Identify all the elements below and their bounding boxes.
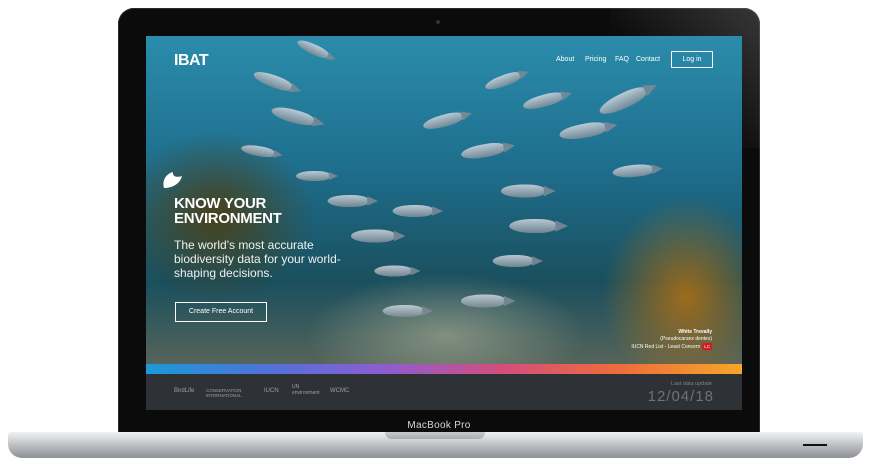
fish-graphic (521, 89, 565, 113)
hero-subtitle: The world's most accurate biodiversity d… (174, 238, 341, 280)
fish-graphic (492, 255, 544, 267)
hero-title-line2: ENVIRONMENT (174, 210, 282, 227)
fish-graphic (509, 219, 569, 233)
fish-graphic (269, 104, 317, 128)
fish-graphic (612, 163, 654, 179)
fish-graphic (500, 184, 556, 198)
butterfly-icon (163, 172, 182, 188)
base-indicator (803, 444, 827, 446)
fish-graphic (421, 109, 465, 133)
fish-graphic (327, 195, 379, 207)
fish-graphic (460, 294, 516, 308)
device-brand: MacBook Pro (407, 420, 471, 431)
species-caption: White Trevally (Pseudocaranx dentex) IUC… (631, 329, 712, 351)
ibat-logo[interactable]: IBAT (174, 52, 209, 70)
partner-logo-conservation-international: CONSERVATION INTERNATIONAL (206, 388, 242, 398)
footer-bar: BirdLife CONSERVATION INTERNATIONAL IUCN… (146, 374, 742, 410)
laptop-mockup: MacBook Pro IBAT About Pricing FAQ Conta… (0, 0, 871, 472)
iucn-status: IUCN Red List - Least Concern (631, 344, 701, 350)
partner-logo-iucn: IUCN (264, 388, 279, 394)
partner-logo-wcmc: WCMC (330, 388, 350, 394)
create-account-button[interactable]: Create Free Account (175, 302, 267, 322)
fish-graphic (596, 83, 650, 119)
top-navigation: IBAT About Pricing FAQ Contact Log in (146, 50, 742, 70)
fish-graphic (240, 143, 276, 159)
laptop-base (8, 432, 863, 458)
camera-icon (436, 20, 440, 24)
nav-link-pricing[interactable]: Pricing (585, 56, 606, 63)
fish-graphic (382, 305, 434, 317)
color-gradient-bar (146, 364, 742, 374)
website-screen: IBAT About Pricing FAQ Contact Log in KN… (146, 36, 742, 410)
fish-graphic (374, 265, 421, 277)
hero-title-line1: KNOW YOUR (174, 195, 267, 212)
fish-graphic (460, 140, 506, 162)
fish-graphic (251, 68, 295, 94)
nav-link-about[interactable]: About (556, 56, 574, 63)
partner-logo-birdlife: BirdLife (174, 388, 195, 394)
login-button[interactable]: Log in (671, 51, 713, 68)
nav-link-faq[interactable]: FAQ (615, 56, 629, 63)
fish-graphic (558, 119, 608, 143)
last-update-date: 12/04/18 (647, 388, 714, 405)
fish-graphic (392, 205, 444, 217)
hero-title: KNOW YOUR ENVIRONMENT (174, 196, 282, 226)
species-name: White Trevally (678, 329, 712, 335)
last-update-label: Last data update (671, 381, 712, 387)
least-concern-badge: LC (702, 343, 712, 350)
fish-graphic (296, 171, 338, 181)
fish-graphic (483, 69, 523, 93)
partner-logo-un-environment: UN environment (292, 384, 320, 396)
nav-link-contact[interactable]: Contact (636, 56, 660, 63)
lid-opening-notch (385, 432, 485, 439)
species-latin-name: (Pseudocaranx dentex) (660, 336, 712, 342)
